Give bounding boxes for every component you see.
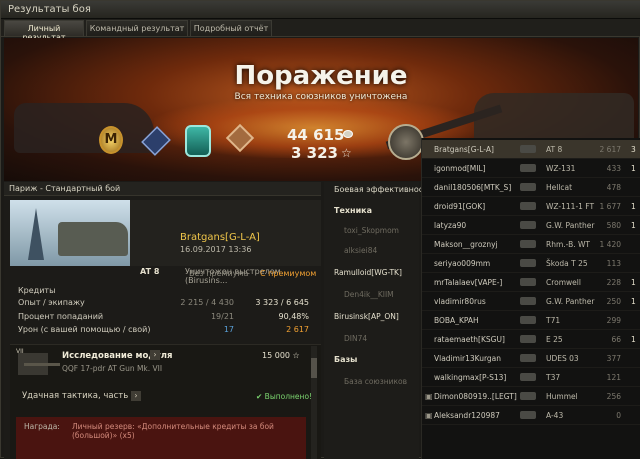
team-row[interactable]: walkingmax[P-S13] T37 121 bbox=[422, 368, 640, 387]
team-row[interactable]: ▣ Dimon080919..[LEGT] Hummel 256 bbox=[422, 387, 640, 406]
efficiency-row[interactable]: Ramulloid[WG-TK] bbox=[334, 268, 414, 280]
platoon-icon: ▣ bbox=[425, 411, 433, 420]
battle-result-title: Поражение bbox=[234, 61, 408, 91]
efficiency-panel: Боевая эффективность Техника toxi_Skopmo… bbox=[324, 182, 433, 459]
vehicle-image bbox=[10, 200, 130, 266]
team-row[interactable]: latyza90 G.W. Panther 580 1 bbox=[422, 216, 640, 235]
reward-label: Награда: bbox=[24, 422, 60, 431]
tank-icon bbox=[520, 411, 536, 419]
reward-box: Награда: Личный резерв: «Дополнительные … bbox=[16, 417, 306, 459]
stat-row-damage: Урон (с вашей помощью / свой) 17 2 617 bbox=[18, 325, 309, 334]
battle-results-window: Результаты боя Личный результат Командны… bbox=[0, 0, 640, 459]
col-premium: С премиумом bbox=[260, 269, 317, 278]
lucky-tactic-expand-button[interactable]: › bbox=[131, 391, 141, 401]
team-row[interactable]: rataemaeth[KSGU] E 25 66 1 bbox=[422, 330, 640, 349]
tank-icon bbox=[520, 164, 536, 172]
battle-datetime: 16.09.2017 13:36 bbox=[180, 245, 252, 254]
efficiency-header: Боевая эффективность bbox=[334, 185, 433, 194]
battle-info-header: Париж - Стандартный бой bbox=[4, 182, 321, 196]
task-module: QQF 17-pdr AT Gun Mk. VII bbox=[62, 364, 163, 373]
team-row[interactable]: vladimir80rus G.W. Panther 250 1 bbox=[422, 292, 640, 311]
team-row[interactable]: seriyao009mm Škoda T 25 113 bbox=[422, 254, 640, 273]
col-no-premium: Без премиума bbox=[189, 269, 249, 278]
team-row[interactable]: igonmod[MIL] WZ-131 433 1 bbox=[422, 159, 640, 178]
team-row[interactable]: Vladimir13Kurgan UDES 03 377 bbox=[422, 349, 640, 368]
coin-icon bbox=[343, 130, 353, 138]
efficiency-row[interactable]: Birusinsk[AP_ON] bbox=[334, 312, 414, 324]
title-bar: Результаты боя bbox=[1, 1, 640, 19]
task-status: ✔ Выполнено! bbox=[256, 392, 313, 401]
rank-badge-icon[interactable] bbox=[141, 124, 171, 160]
tank-icon bbox=[520, 183, 536, 191]
bases-section-title: Базы bbox=[334, 355, 358, 364]
tank-icon bbox=[520, 335, 536, 343]
tank-image bbox=[58, 222, 128, 256]
tank-icon bbox=[520, 145, 536, 153]
task-panel: VII Исследование модуля › QQF 17-pdr AT … bbox=[10, 344, 321, 459]
module-tier: VII bbox=[16, 348, 24, 355]
personal-result-panel: Париж - Стандартный бой Bratgans[G-L-A] … bbox=[4, 182, 321, 459]
reward-text: Личный резерв: «Дополнительные кредиты з… bbox=[72, 422, 274, 440]
bases-row[interactable]: База союзников bbox=[344, 377, 424, 389]
efficiency-row[interactable]: Den4ik__KIIM bbox=[344, 290, 424, 302]
tank-icon bbox=[520, 221, 536, 229]
vehicle-tier: AT 8 bbox=[140, 267, 160, 276]
tab-bar: Личный результат Командный результат Под… bbox=[1, 19, 640, 42]
tank-icon bbox=[520, 392, 536, 400]
stat-row-xp: Опыт / экипажу 2 215 / 4 430 3 323 / 6 6… bbox=[18, 298, 309, 307]
tank-icon bbox=[520, 202, 536, 210]
chip-badge-icon[interactable] bbox=[184, 124, 212, 160]
tank-icon bbox=[520, 354, 536, 362]
tank-icon bbox=[520, 316, 536, 324]
team-row[interactable]: droid91[GOK] WZ-111-1 FT 1 677 1 bbox=[422, 197, 640, 216]
star-icon: ☆ bbox=[341, 146, 352, 160]
mastery-badge-icon[interactable]: М bbox=[97, 124, 125, 160]
tab-personal[interactable]: Личный результат bbox=[4, 20, 84, 42]
team-list-panel: Bratgans[G-L-A] AT 82 617 3 igonmod[MIL] … bbox=[421, 138, 640, 459]
efficiency-row[interactable]: DIN74 bbox=[344, 334, 424, 346]
efficiency-row[interactable]: alksiei84 bbox=[344, 246, 424, 258]
efficiency-row[interactable]: toxi_Skopmom bbox=[344, 226, 424, 238]
gun-barrel-icon bbox=[24, 363, 60, 366]
stat-row-hits: Процент попаданий 19/21 90,48% bbox=[18, 312, 309, 321]
tank-icon bbox=[520, 259, 536, 267]
tab-team[interactable]: Командный результат bbox=[86, 20, 188, 36]
team-row[interactable]: mrTalalaev[VAPE-] Cromwell 228 1 bbox=[422, 273, 640, 292]
lucky-tactic-title: Удачная тактика, часть 3 bbox=[22, 391, 137, 401]
tank-icon bbox=[520, 373, 536, 381]
window-title: Результаты боя bbox=[8, 4, 91, 15]
team-row[interactable]: danil180506[MTK_S] Hellcat 478 bbox=[422, 178, 640, 197]
diamond-badge-icon[interactable] bbox=[225, 123, 255, 160]
credits-earned: 44 615 bbox=[287, 126, 345, 144]
task-cost: 15 000 ☆ bbox=[262, 351, 300, 360]
tank-icon bbox=[520, 240, 536, 248]
vehicle-card: Bratgans[G-L-A] 16.09.2017 13:36 AT 8 Ун… bbox=[10, 200, 321, 285]
team-row[interactable]: BOBA_KPAH T71 299 bbox=[422, 311, 640, 330]
team-row[interactable]: Bratgans[G-L-A] AT 82 617 3 bbox=[422, 140, 640, 159]
xp-earned: 3 323 bbox=[291, 144, 338, 162]
team-row[interactable]: Makson__groznyj Rhm.-B. WT 1 420 bbox=[422, 235, 640, 254]
eiffel-tower-image bbox=[28, 208, 44, 260]
tank-icon bbox=[520, 278, 536, 286]
team-row[interactable]: ▣ Aleksandr120987 A-43 0 bbox=[422, 406, 640, 425]
trophy-icon[interactable] bbox=[388, 124, 424, 160]
tank-silhouette-left bbox=[14, 103, 154, 153]
technique-section-title: Техника bbox=[334, 206, 373, 215]
task-scrollbar[interactable] bbox=[311, 346, 317, 459]
tab-detailed[interactable]: Подробный отчёт bbox=[190, 20, 272, 36]
platoon-icon: ▣ bbox=[425, 392, 433, 401]
task-expand-button[interactable]: › bbox=[150, 350, 160, 360]
tank-icon bbox=[520, 297, 536, 305]
player-name: Bratgans[G-L-A] bbox=[180, 232, 260, 243]
battle-result-subtitle: Вся техника союзников уничтожена bbox=[234, 92, 408, 102]
